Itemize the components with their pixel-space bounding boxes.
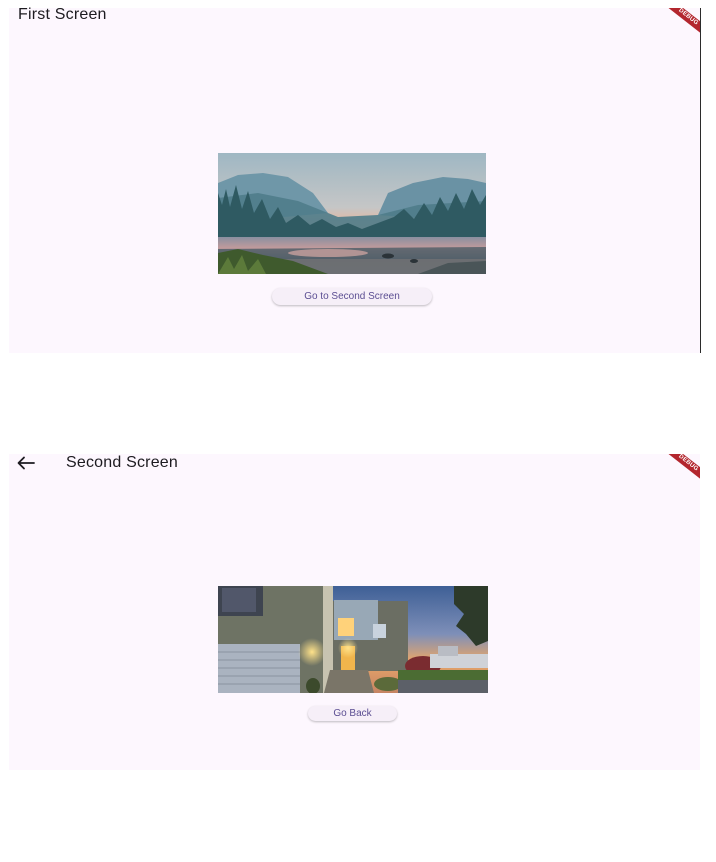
page-title: First Screen: [18, 6, 107, 23]
first-screen: First Screen DEBUG Go to Second Screen: [9, 6, 701, 353]
debug-banner-label: DEBUG: [661, 454, 700, 484]
debug-banner: DEBUG: [660, 8, 700, 38]
second-screen: Second Screen DEBUG Go Back: [9, 454, 700, 770]
landscape-photo: [218, 153, 486, 274]
go-back-button[interactable]: Go Back: [308, 706, 397, 721]
arrow-back-icon[interactable]: [17, 456, 35, 470]
house-photo: [218, 586, 488, 693]
landscape-image: [218, 153, 486, 274]
debug-banner: DEBUG: [660, 454, 700, 484]
house-image: [218, 586, 488, 693]
page-title: Second Screen: [66, 454, 179, 471]
go-to-second-screen-button[interactable]: Go to Second Screen: [272, 288, 432, 305]
debug-banner-label: DEBUG: [661, 8, 700, 38]
